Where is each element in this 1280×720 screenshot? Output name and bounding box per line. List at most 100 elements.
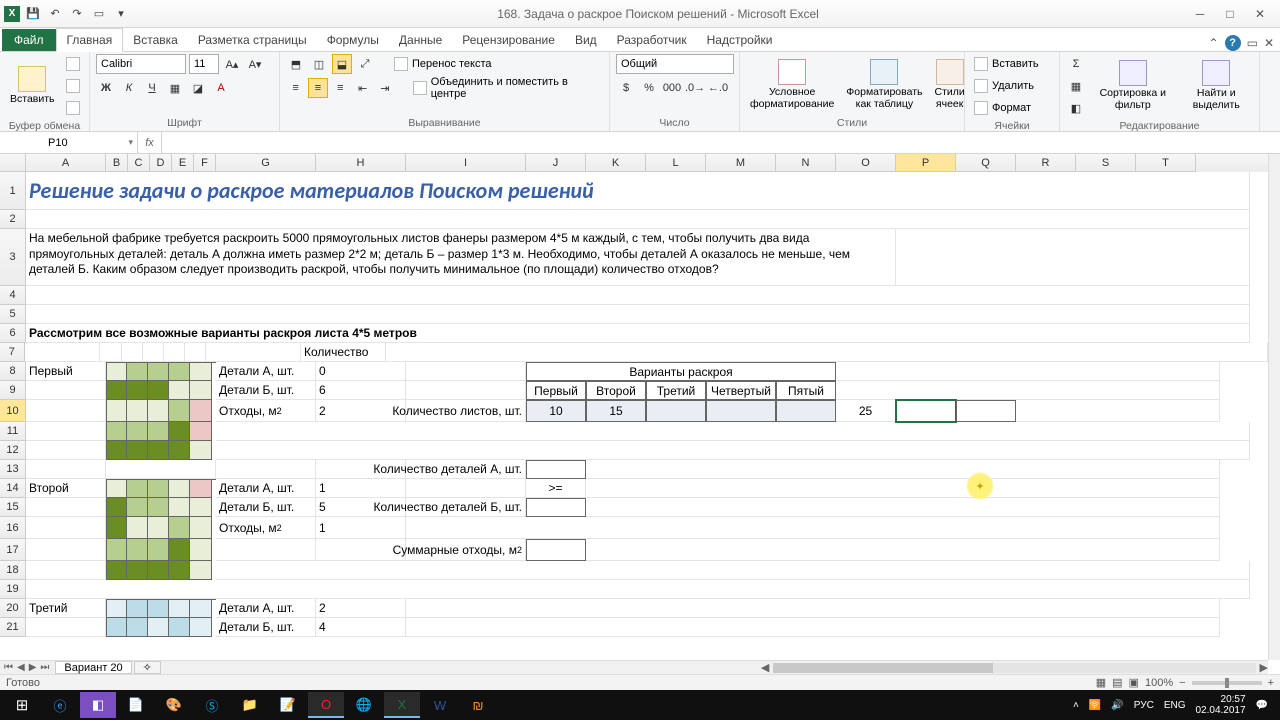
font-size-select[interactable]: 11 — [189, 54, 219, 74]
sheets-value[interactable] — [776, 400, 836, 422]
font-color-button[interactable]: A — [211, 78, 231, 98]
col-header[interactable]: A — [26, 154, 106, 172]
taskbar-app[interactable]: ◧ — [80, 692, 116, 718]
insert-cells-button[interactable]: Вставить — [971, 54, 1042, 74]
taskbar-app[interactable]: ₪ — [460, 692, 496, 718]
total-waste-value[interactable] — [526, 539, 586, 561]
col-header[interactable]: H — [316, 154, 406, 172]
sum-icon[interactable]: Σ — [1066, 54, 1086, 74]
active-cell[interactable] — [896, 400, 956, 422]
row-header[interactable]: 4 — [0, 286, 26, 305]
worksheet-grid[interactable]: A B C D E F G H I J K L M N O P Q R S T … — [0, 154, 1268, 660]
col-header[interactable]: N — [776, 154, 836, 172]
col-header[interactable]: K — [586, 154, 646, 172]
qat-more-icon[interactable]: ▾ — [112, 5, 130, 23]
row-header[interactable]: 16 — [0, 517, 26, 539]
sheets-value[interactable]: 10 — [526, 400, 586, 422]
border-button[interactable]: ▦ — [165, 78, 185, 98]
row-header[interactable]: 17 — [0, 539, 26, 561]
col-header[interactable]: E — [172, 154, 194, 172]
row-header[interactable]: 12 — [0, 441, 26, 460]
row-header[interactable]: 10 — [0, 400, 26, 422]
col-header[interactable]: O — [836, 154, 896, 172]
paste-button[interactable]: Вставить — [6, 64, 59, 108]
row-header[interactable]: 8 — [0, 362, 26, 381]
taskbar-app[interactable]: 🌐 — [346, 692, 382, 718]
comma-icon[interactable]: 000 — [662, 78, 682, 98]
row-header[interactable]: 13 — [0, 460, 26, 479]
row-header[interactable]: 18 — [0, 561, 26, 580]
col-header[interactable]: I — [406, 154, 526, 172]
tab-home[interactable]: Главная — [56, 28, 124, 52]
row-header[interactable]: 20 — [0, 599, 26, 618]
sheets-value[interactable] — [646, 400, 706, 422]
vertical-scrollbar[interactable] — [1268, 154, 1280, 660]
merge-center-button[interactable]: Объединить и поместить в центре — [410, 78, 603, 98]
row-header[interactable]: 3 — [0, 229, 26, 286]
redo-icon[interactable]: ↷ — [68, 5, 86, 23]
detB-value[interactable] — [526, 498, 586, 517]
ribbon-minimize-icon[interactable]: ⌃ — [1209, 36, 1219, 50]
col-header[interactable]: P — [896, 154, 956, 172]
new-sheet-button[interactable]: ✧ — [134, 661, 161, 674]
fx-button[interactable]: fx — [138, 132, 162, 153]
col-header[interactable]: M — [706, 154, 776, 172]
increase-font-icon[interactable]: A▴ — [222, 54, 242, 74]
cut-button[interactable] — [63, 54, 83, 74]
tab-developer[interactable]: Разработчик — [607, 29, 697, 51]
view-break-icon[interactable]: ▣ — [1129, 676, 1139, 689]
taskbar-app[interactable]: 📄 — [118, 692, 154, 718]
align-middle-icon[interactable]: ◫ — [309, 54, 329, 74]
tray-network-icon[interactable]: 🛜 — [1089, 700, 1101, 711]
format-cells-button[interactable]: Формат — [971, 98, 1042, 118]
maximize-button[interactable]: □ — [1216, 5, 1244, 23]
tray-chevron-icon[interactable]: ˄ — [1073, 700, 1079, 711]
col-header[interactable]: G — [216, 154, 316, 172]
col-header[interactable]: Q — [956, 154, 1016, 172]
sheet-tab[interactable]: Вариант 20 — [55, 661, 131, 674]
tab-data[interactable]: Данные — [389, 29, 452, 51]
col-header[interactable]: F — [194, 154, 216, 172]
view-normal-icon[interactable]: ▦ — [1096, 676, 1106, 689]
sheets-value[interactable] — [706, 400, 776, 422]
underline-button[interactable]: Ч — [142, 78, 162, 98]
row-header[interactable]: 2 — [0, 210, 26, 229]
italic-button[interactable]: К — [119, 78, 139, 98]
zoom-out-icon[interactable]: − — [1179, 677, 1185, 689]
taskbar-app[interactable]: O — [308, 692, 344, 718]
number-format-select[interactable]: Общий — [616, 54, 734, 74]
tab-next-icon[interactable]: ▶ — [29, 662, 37, 673]
help-icon[interactable]: ? — [1225, 35, 1241, 51]
ribbon-close-icon[interactable]: ✕ — [1264, 36, 1274, 50]
tab-review[interactable]: Рецензирование — [452, 29, 565, 51]
col-header[interactable]: R — [1016, 154, 1076, 172]
col-header[interactable]: S — [1076, 154, 1136, 172]
save-icon[interactable]: 💾 — [24, 5, 42, 23]
col-header[interactable]: B — [106, 154, 128, 172]
orientation-icon[interactable]: ⤢ — [355, 54, 375, 74]
copy-button[interactable] — [63, 76, 83, 96]
clear-icon[interactable]: ◧ — [1066, 98, 1086, 118]
col-header[interactable]: T — [1136, 154, 1196, 172]
align-center-icon[interactable]: ≡ — [308, 78, 327, 98]
format-painter-button[interactable] — [63, 98, 83, 118]
tab-addins[interactable]: Надстройки — [697, 29, 783, 51]
indent-inc-icon[interactable]: ⇥ — [375, 78, 394, 98]
col-header[interactable]: D — [150, 154, 172, 172]
taskbar-app[interactable]: 📝 — [270, 692, 306, 718]
align-top-icon[interactable]: ⬒ — [286, 54, 306, 74]
row-header[interactable]: 9 — [0, 381, 26, 400]
hscroll-right-icon[interactable]: ▶ — [1260, 661, 1268, 674]
bold-button[interactable]: Ж — [96, 78, 116, 98]
row-header[interactable]: 5 — [0, 305, 26, 324]
start-button[interactable]: ⊞ — [4, 692, 40, 718]
hscroll-thumb[interactable] — [773, 663, 993, 673]
col-header[interactable]: C — [128, 154, 150, 172]
sheets-value[interactable]: 15 — [586, 400, 646, 422]
col-header[interactable]: L — [646, 154, 706, 172]
fill-color-button[interactable]: ◪ — [188, 78, 208, 98]
tab-prev-icon[interactable]: ◀ — [17, 662, 25, 673]
tray-clock[interactable]: 20:5702.04.2017 — [1195, 694, 1245, 716]
indent-dec-icon[interactable]: ⇤ — [353, 78, 372, 98]
find-select-button[interactable]: Найти и выделить — [1180, 58, 1253, 113]
